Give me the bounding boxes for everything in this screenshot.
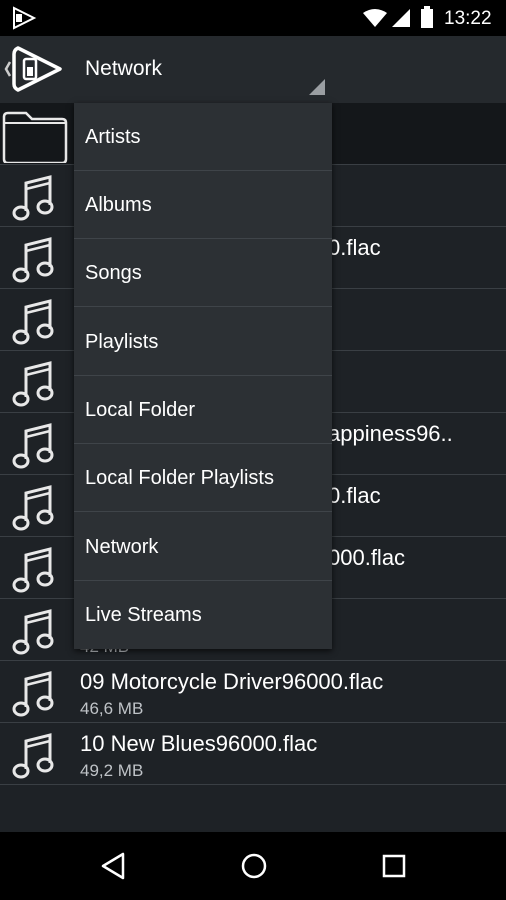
music-note-icon — [12, 299, 54, 345]
page-title[interactable]: Network — [85, 57, 162, 81]
menu-item-local-folder[interactable]: Local Folder — [74, 376, 332, 444]
music-note-icon — [12, 609, 54, 655]
menu-item-songs[interactable]: Songs — [74, 239, 332, 307]
menu-item-playlists[interactable]: Playlists — [74, 308, 332, 376]
spinner-arrow-icon[interactable] — [308, 78, 326, 96]
list-item[interactable]: 10 New Blues96000.flac 49,2 MB — [0, 723, 506, 785]
file-name: 0.flac — [328, 483, 381, 508]
library-dropdown-menu: Artists Albums Songs Playlists Local Fol… — [74, 103, 332, 649]
music-note-icon — [12, 423, 54, 469]
music-note-icon — [12, 485, 54, 531]
file-name: 0.flac — [328, 235, 381, 260]
menu-item-live-streams[interactable]: Live Streams — [74, 581, 332, 649]
back-triangle-icon[interactable] — [100, 852, 126, 880]
music-note-icon — [12, 547, 54, 593]
music-note-icon — [12, 361, 54, 407]
menu-item-label: Albums — [85, 194, 152, 216]
recents-square-icon[interactable] — [381, 852, 407, 880]
file-size: 46,6 MB — [80, 699, 144, 718]
menu-item-label: Songs — [85, 262, 142, 284]
menu-item-label: Playlists — [85, 331, 159, 353]
file-size: 49,2 MB — [80, 761, 144, 780]
menu-item-label: Local Folder — [85, 399, 196, 421]
music-note-icon — [12, 175, 54, 221]
home-circle-icon[interactable] — [240, 852, 268, 880]
file-name: 09 Motorcycle Driver96000.flac — [80, 669, 384, 694]
app-notification-icon — [13, 6, 37, 30]
menu-item-artists[interactable]: Artists — [74, 103, 332, 171]
list-item[interactable]: 09 Motorcycle Driver96000.flac 46,6 MB — [0, 661, 506, 723]
menu-item-albums[interactable]: Albums — [74, 171, 332, 239]
wifi-icon — [363, 9, 387, 27]
app-logo-icon[interactable] — [4, 44, 66, 94]
menu-item-label: Live Streams — [85, 604, 202, 626]
menu-item-label: Network — [85, 536, 159, 558]
menu-item-network[interactable]: Network — [74, 513, 332, 581]
navigation-bar — [0, 832, 506, 900]
folder-icon — [2, 111, 68, 163]
file-name: 10 New Blues96000.flac — [80, 731, 318, 756]
signal-icon — [392, 9, 410, 27]
music-note-icon — [12, 733, 54, 779]
file-name: appiness96.. — [328, 421, 453, 446]
menu-item-local-folder-playlists[interactable]: Local Folder Playlists — [74, 444, 332, 512]
menu-item-label: Local Folder Playlists — [85, 467, 274, 489]
music-note-icon — [12, 237, 54, 283]
file-name: 000.flac — [328, 545, 406, 570]
status-time: 13:22 — [444, 8, 492, 29]
action-bar: Network — [0, 36, 506, 103]
status-bar: 13:22 — [0, 0, 506, 36]
menu-item-label: Artists — [85, 126, 141, 148]
battery-icon — [421, 6, 433, 28]
music-note-icon — [12, 671, 54, 717]
